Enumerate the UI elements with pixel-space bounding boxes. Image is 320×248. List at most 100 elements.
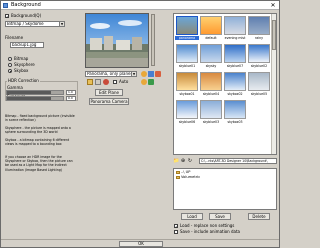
thumbnail-image xyxy=(248,16,270,35)
thumbnail-caption: evening mist xyxy=(224,36,246,40)
delete-button[interactable]: Delete xyxy=(248,213,270,220)
save-animation-label: Save - include animation data xyxy=(180,229,240,234)
color-icon[interactable] xyxy=(155,71,161,77)
projection-select-value: Panorama, only planes xyxy=(87,71,133,76)
thumbnail-image xyxy=(200,100,222,119)
thumbnail-caption: skyblue06 xyxy=(178,120,196,124)
background-checkbox-label: Background(Q) xyxy=(11,13,42,18)
skybox-radio[interactable] xyxy=(8,69,12,73)
sun-icon[interactable] xyxy=(141,71,147,77)
filename-field[interactable]: backup1.jpg xyxy=(10,42,44,48)
refresh-icon[interactable]: ↻ xyxy=(187,158,193,164)
exposure-spinner[interactable]: 0.0 xyxy=(66,96,76,101)
grid-icon[interactable] xyxy=(95,79,101,85)
background-gallery[interactable]: panorama default evening mist rainy skyblue0… xyxy=(173,13,277,155)
gallery-thumbnail[interactable]: skyblue04 xyxy=(199,72,223,98)
gallery-thumbnail[interactable]: default xyxy=(199,16,223,42)
help-text-skybox: Skybox - a bitmap containing 6 different… xyxy=(5,138,70,147)
thumbnail-image xyxy=(176,72,198,91)
edit-plane-button[interactable]: Edit Plane xyxy=(95,89,123,96)
app-icon xyxy=(3,3,8,8)
palette-icon[interactable] xyxy=(148,79,154,85)
new-folder-icon[interactable]: ⊕ xyxy=(180,158,186,164)
gallery-scrollbar-thumb[interactable] xyxy=(272,20,276,50)
thumbnail-caption: skybox01 xyxy=(179,92,195,96)
help-text-skysphere: Skysphere - the picture is mapped onto a… xyxy=(5,126,71,135)
folder-up-icon[interactable]: 📁 xyxy=(173,158,179,164)
window-title: Background xyxy=(11,2,41,8)
gallery-thumbnail[interactable]: skyblue01 xyxy=(175,44,199,70)
path-field[interactable]: C:\...nts\ART-3D Designer 10\Background\ xyxy=(199,158,277,164)
gallery-thumbnail[interactable]: evening mist xyxy=(223,16,247,42)
folder-icon[interactable] xyxy=(87,79,93,85)
sun-icon-2[interactable] xyxy=(141,79,147,85)
load-replace-label: Load - replace non settings xyxy=(180,223,235,228)
exposure-slider[interactable] xyxy=(6,96,64,101)
load-button[interactable]: Load xyxy=(181,213,203,220)
filename-label: Filename xyxy=(5,35,24,40)
save-animation-checkbox[interactable] xyxy=(174,230,178,234)
title-bar: Background ✕ xyxy=(1,1,279,10)
preview-scrollbar[interactable] xyxy=(151,14,155,66)
gallery-thumbnail[interactable]: rainy xyxy=(247,16,271,42)
folder-icon xyxy=(176,170,180,174)
record-icon[interactable] xyxy=(103,79,109,85)
gallery-scrollbar[interactable] xyxy=(271,14,276,154)
gallery-thumbnail[interactable]: skyblue03 xyxy=(199,100,223,126)
light-icon[interactable] xyxy=(148,71,154,77)
hdr-group-label: HDR Correction xyxy=(7,78,40,83)
gallery-thumbnail[interactable]: panorama xyxy=(175,16,199,42)
thumbnail-caption: skyblue07 xyxy=(226,64,244,68)
gallery-toolbar: 📁 ⊕ ↻ C:\...nts\ART-3D Designer 10\Backg… xyxy=(173,158,277,165)
gallery-thumbnail[interactable]: skybox02 xyxy=(223,72,247,98)
gallery-thumbnail[interactable]: skybox01 xyxy=(175,72,199,98)
bitmap-radio[interactable] xyxy=(8,57,12,61)
auto-label: Auto xyxy=(119,79,129,84)
help-text-bitmap: Bitmap - fixed background picture (invis… xyxy=(5,114,75,123)
exposure-slider-fill xyxy=(7,97,51,100)
close-icon[interactable]: ✕ xyxy=(269,2,277,9)
help-text-hdr: If you choose an HDR image for the Skysp… xyxy=(5,155,73,172)
thumbnail-caption: rainy xyxy=(254,36,264,40)
thumbnail-caption: skyblue05 xyxy=(250,92,268,96)
thumbnail-caption: skyblue03 xyxy=(202,120,220,124)
thumbnail-caption: skyblue02 xyxy=(250,64,268,68)
thumbnail-image xyxy=(248,44,270,63)
thumbnail-caption: skyblue04 xyxy=(202,92,220,96)
thumbnail-image xyxy=(224,72,246,91)
skybox-radio-label: Skybox xyxy=(14,68,29,73)
mapping-select-value: Bitmap / Skydome xyxy=(7,21,44,26)
thumbnail-caption: skybox03 xyxy=(227,120,243,124)
skysphere-radio-label: Skysphere xyxy=(14,62,35,67)
gallery-thumbnail[interactable]: skyblue02 xyxy=(247,44,271,70)
tree-item-volumetric[interactable]: Volumetric xyxy=(176,175,200,180)
gallery-thumbnail[interactable]: skyblue07 xyxy=(223,44,247,70)
folder-tree[interactable]: ..\ UP Volumetric xyxy=(173,168,277,210)
gallery-thumbnail[interactable]: skysky xyxy=(199,44,223,70)
thumbnail-image xyxy=(248,72,270,91)
auto-checkbox[interactable] xyxy=(113,80,117,84)
thumbnail-image xyxy=(200,44,222,63)
thumbnail-caption: skysky xyxy=(205,64,217,68)
background-checkbox[interactable]: ✓ xyxy=(5,14,9,19)
projection-select[interactable]: Panorama, only planes ▼ xyxy=(85,71,137,77)
ok-button[interactable]: OK xyxy=(119,241,163,247)
thumbnail-image xyxy=(224,100,246,119)
thumbnail-image xyxy=(176,100,198,119)
thumbnail-caption: skybox02 xyxy=(227,92,243,96)
bitmap-radio-label: Bitmap xyxy=(14,56,29,61)
save-button[interactable]: Save xyxy=(209,213,231,220)
folder-icon xyxy=(176,175,180,179)
gamma-spinner[interactable]: 1.0 xyxy=(66,90,76,95)
gallery-thumbnail[interactable]: skybox03 xyxy=(223,100,247,126)
load-replace-checkbox[interactable]: ✓ xyxy=(174,224,178,229)
thumbnail-image xyxy=(224,16,246,35)
tree-item-label: Volumetric xyxy=(181,175,201,179)
skysphere-radio[interactable] xyxy=(8,63,12,67)
chevron-down-icon: ▼ xyxy=(59,22,64,26)
thumbnail-image xyxy=(200,72,222,91)
gallery-thumbnail[interactable]: skyblue06 xyxy=(175,100,199,126)
panorama-camera-button[interactable]: Panorama Camera xyxy=(89,98,129,105)
mapping-select[interactable]: Bitmap / Skydome ▼ xyxy=(5,21,65,27)
gallery-thumbnail[interactable]: skyblue05 xyxy=(247,72,271,98)
